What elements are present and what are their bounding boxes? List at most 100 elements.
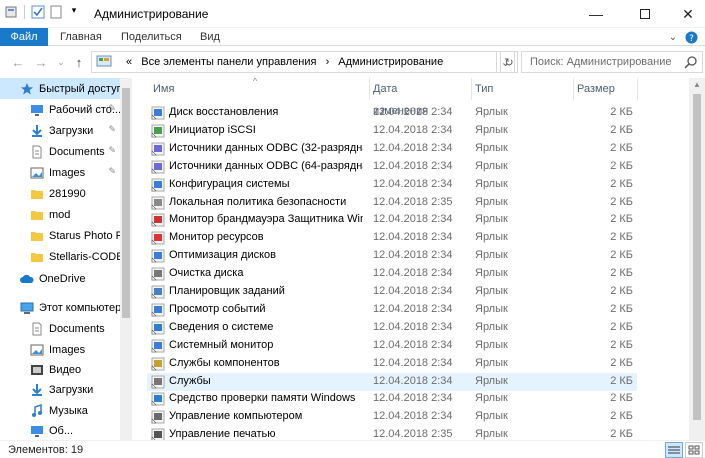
breadcrumb-control-panel[interactable]: Все элементы панели управления bbox=[141, 56, 316, 68]
back-arrow-icon[interactable]: ← bbox=[10, 54, 26, 70]
file-row[interactable]: Планировщик заданий 12.04.2018 2:34 Ярлык 2… bbox=[147, 283, 637, 301]
file-date: 12.04.2018 2:34 bbox=[373, 141, 453, 154]
file-row[interactable]: Службы компонентов 12.04.2018 2:34 Ярлык 2 … bbox=[147, 355, 637, 373]
file-row[interactable]: Локальная политика безопасности 12.04.201… bbox=[147, 194, 637, 212]
sidebar-item[interactable]: 281990 bbox=[0, 183, 120, 204]
file-name: Конфигурация системы bbox=[169, 177, 290, 190]
column-divider[interactable] bbox=[637, 78, 638, 100]
sidebar-item[interactable]: Images ✎ bbox=[0, 162, 120, 183]
tab-home[interactable]: Главная bbox=[60, 28, 102, 46]
item-count: Элементов: 19 bbox=[8, 444, 84, 456]
refresh-icon[interactable]: ↻ bbox=[500, 51, 518, 73]
folder-icon bbox=[30, 229, 44, 243]
file-type: Ярлык bbox=[475, 177, 508, 190]
pin-icon: ✎ bbox=[108, 166, 116, 176]
column-header-date[interactable]: Дата изменения bbox=[353, 78, 455, 117]
tab-file[interactable]: Файл bbox=[0, 28, 48, 46]
breadcrumb-separator[interactable]: › bbox=[326, 56, 330, 68]
file-date: 12.04.2018 2:35 bbox=[373, 195, 453, 208]
properties-icon[interactable] bbox=[4, 5, 18, 19]
file-row[interactable]: Сведения о системе 12.04.2018 2:34 Ярлык 2 … bbox=[147, 319, 637, 337]
file-name: Монитор брандмауэра Защитника Win... bbox=[169, 213, 363, 226]
sidebar-item[interactable]: Этот компьютер bbox=[0, 297, 120, 318]
file-row[interactable]: Управление печатью 12.04.2018 2:35 Ярлык 2 … bbox=[147, 426, 637, 440]
file-row[interactable]: Источники данных ODBC (32-разрядна... 12.… bbox=[147, 140, 637, 158]
large-icons-view-button[interactable] bbox=[685, 442, 703, 458]
chevron-down-icon[interactable]: ▾ bbox=[67, 5, 81, 19]
file-date: 12.04.2018 2:34 bbox=[373, 123, 453, 136]
tab-share[interactable]: Поделиться bbox=[121, 28, 182, 46]
control-panel-icon bbox=[96, 55, 112, 72]
column-header-type[interactable]: Тип bbox=[455, 78, 557, 100]
search-icon[interactable] bbox=[684, 55, 698, 69]
breadcrumb-overflow[interactable]: « bbox=[126, 56, 132, 68]
file-row[interactable]: Диск восстановления 12.04.2018 2:34 Ярлык 2… bbox=[147, 104, 637, 122]
sidebar-item[interactable]: Загрузки bbox=[0, 379, 120, 400]
sidebar-item[interactable]: Быстрый доступ bbox=[0, 78, 120, 99]
breadcrumb: « Все элементы панели управления › Админ… bbox=[126, 56, 443, 68]
sidebar-item[interactable]: OneDrive bbox=[0, 268, 120, 289]
tab-view[interactable]: Вид bbox=[200, 28, 220, 46]
scrollbar-thumb[interactable] bbox=[122, 88, 130, 318]
file-row[interactable]: Управление компьютером 12.04.2018 2:34 Ярл… bbox=[147, 408, 637, 426]
file-list-scrollbar[interactable]: ▲ bbox=[689, 78, 705, 440]
scroll-up-icon[interactable]: ▲ bbox=[693, 80, 701, 89]
address-bar[interactable]: « Все элементы панели управления › Админ… bbox=[91, 51, 497, 73]
file-row[interactable]: Конфигурация системы 12.04.2018 2:34 Ярлык… bbox=[147, 176, 637, 194]
chevron-down-icon[interactable]: ⌄ bbox=[666, 30, 680, 44]
search-box[interactable]: Поиск: Администрирование bbox=[521, 51, 703, 73]
status-bar: Элементов: 19 bbox=[0, 440, 705, 458]
file-type: Ярлык bbox=[475, 106, 508, 118]
sidebar-item[interactable]: Загрузки ✎ bbox=[0, 120, 120, 141]
sidebar-item[interactable]: Documents ✎ bbox=[0, 141, 120, 162]
sidebar-item[interactable]: Documents bbox=[0, 318, 120, 339]
sidebar-scrollbar[interactable] bbox=[120, 78, 132, 440]
column-header-name[interactable]: Имя bbox=[133, 78, 369, 100]
column-header-size[interactable]: Размер bbox=[557, 78, 637, 100]
file-row[interactable]: Средство проверки памяти Windows 12.04.20… bbox=[147, 390, 637, 408]
download-icon bbox=[30, 383, 44, 397]
scrollbar-thumb[interactable] bbox=[693, 94, 701, 420]
file-date: 12.04.2018 2:34 bbox=[373, 410, 453, 423]
sidebar-item[interactable]: Starus Photo Rec bbox=[0, 225, 120, 246]
sidebar-item-label: Загрузки bbox=[49, 383, 94, 396]
up-arrow-icon[interactable]: ↑ bbox=[71, 54, 87, 70]
image-icon bbox=[30, 343, 44, 357]
file-date: 12.04.2018 2:34 bbox=[373, 159, 453, 172]
file-type: Ярлык bbox=[475, 267, 508, 280]
sidebar-item[interactable]: Images bbox=[0, 339, 120, 360]
sidebar-item[interactable]: Stellaris-CODEX bbox=[0, 246, 120, 267]
file-size: 2 КБ bbox=[610, 267, 633, 280]
file-row[interactable]: Службы 12.04.2018 2:34 Ярлык 2 КБ bbox=[147, 372, 637, 391]
checkmark-icon[interactable] bbox=[31, 5, 45, 19]
shortcut-icon bbox=[151, 196, 165, 210]
file-row[interactable]: Оптимизация дисков 12.04.2018 2:34 Ярлык 2 … bbox=[147, 247, 637, 265]
new-folder-icon[interactable] bbox=[49, 5, 63, 19]
file-type: Ярлык bbox=[475, 249, 508, 262]
sidebar-item[interactable]: Рабочий сто... ✎ bbox=[0, 99, 120, 120]
desktop-icon bbox=[30, 424, 44, 438]
close-button[interactable]: ✕ bbox=[665, 0, 705, 28]
help-icon[interactable]: ? bbox=[684, 30, 698, 44]
file-row[interactable]: Монитор ресурсов 12.04.2018 2:34 Ярлык 2 КБ bbox=[147, 229, 637, 247]
forward-arrow-icon[interactable]: → bbox=[33, 54, 49, 70]
file-row[interactable]: Просмотр событий 12.04.2018 2:34 Ярлык 2 КБ bbox=[147, 301, 637, 319]
sidebar-item[interactable]: mod bbox=[0, 204, 120, 225]
sidebar-item[interactable]: Музыка bbox=[0, 400, 120, 421]
sidebar-item[interactable]: Об... bbox=[0, 420, 120, 440]
breadcrumb-administration[interactable]: Администрирование bbox=[338, 56, 443, 68]
file-row[interactable]: Системный монитор 12.04.2018 2:34 Ярлык 2 К… bbox=[147, 337, 637, 355]
maximize-button[interactable] bbox=[622, 0, 668, 28]
file-row[interactable]: Очистка диска 12.04.2018 2:34 Ярлык 2 КБ bbox=[147, 265, 637, 283]
sidebar-item[interactable]: Видео bbox=[0, 359, 120, 380]
file-date: 12.04.2018 2:34 bbox=[373, 338, 453, 351]
details-view-button[interactable] bbox=[665, 442, 683, 458]
recent-locations-icon[interactable]: ⌄ bbox=[53, 54, 69, 70]
file-row[interactable]: Инициатор iSCSI 12.04.2018 2:34 Ярлык 2 КБ bbox=[147, 122, 637, 140]
file-date: 12.04.2018 2:34 bbox=[373, 356, 453, 369]
file-row[interactable]: Монитор брандмауэра Защитника Win... 12.0… bbox=[147, 211, 637, 229]
minimize-button[interactable]: — bbox=[573, 0, 619, 28]
file-size: 2 КБ bbox=[610, 141, 633, 154]
file-row[interactable]: Источники данных ODBC (64-разрядна... 12.… bbox=[147, 158, 637, 176]
search-input[interactable]: Поиск: Администрирование bbox=[530, 56, 672, 68]
